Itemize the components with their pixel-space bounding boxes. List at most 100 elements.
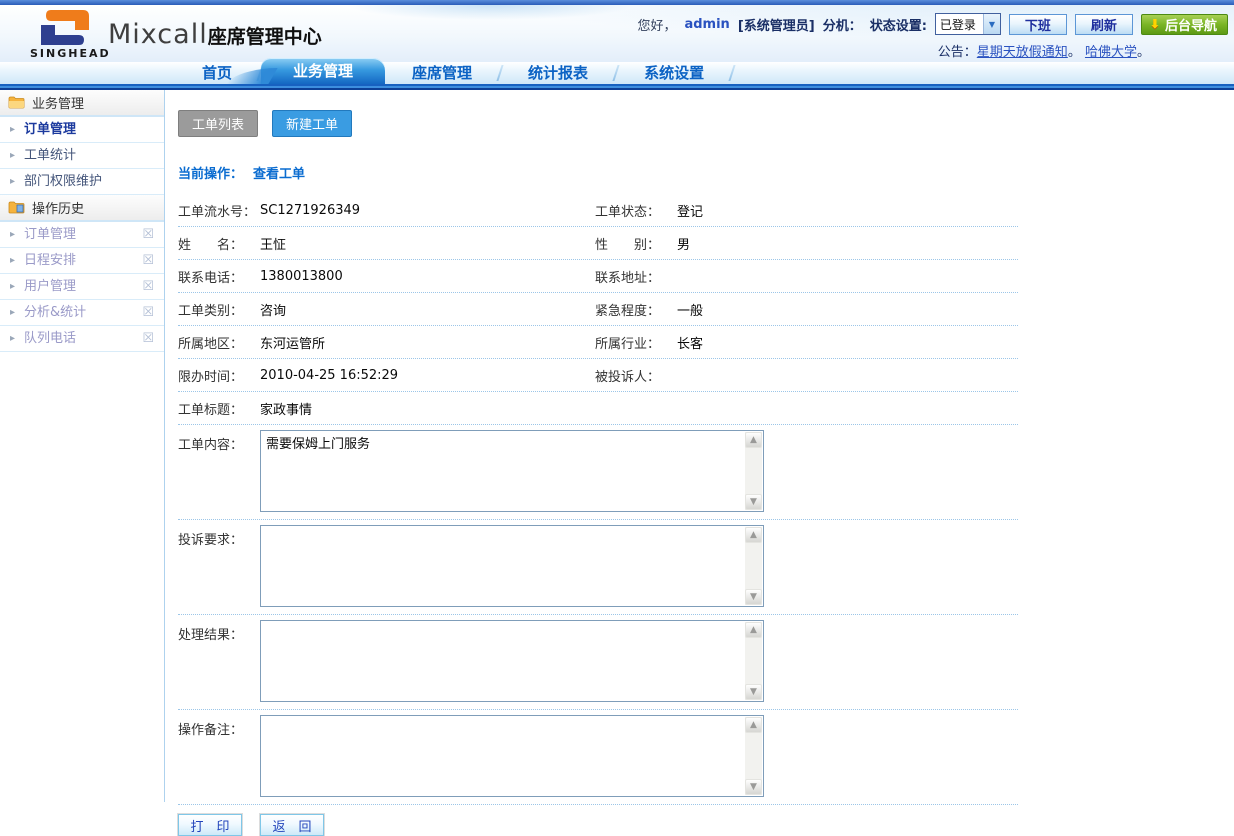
sidebar-section-title: 操作历史 [32,198,84,217]
scroll-up-icon[interactable]: ▲ [745,622,762,638]
ticket-title-value: 家政事情 [260,399,312,418]
form-row: 工单流水号：SC1271926349 工单状态：登记 [178,194,1018,227]
greeting-text: 您好， [637,15,676,34]
field-label: 紧急程度： [595,300,677,319]
bullet-arrow-icon: ▸ [10,222,15,247]
chevron-down-icon[interactable]: ▼ [983,14,1000,34]
bullet-arrow-icon: ▸ [10,117,15,142]
tab-system-settings[interactable]: 系统设置 [617,62,731,84]
form-row: 姓 名：王怔 性 别：男 [178,227,1018,260]
field-label: 联系电话： [178,267,260,286]
bullet-arrow-icon: ▸ [10,169,15,194]
operation-note-textarea[interactable]: ▲ ▼ [260,715,764,797]
form-row: 操作备注： ▲ ▼ [178,710,1018,805]
close-icon[interactable]: ☒ [142,248,154,273]
scrollbar[interactable]: ▲ ▼ [745,622,762,700]
sidebar-item-ticket-statistics[interactable]: ▸ 工单统计 [0,143,164,169]
field-label: 工单内容： [178,434,260,453]
form-row: 处理结果： ▲ ▼ [178,615,1018,710]
tab-business-management[interactable]: 业务管理 [261,58,385,84]
sidebar-item-label: 工单统计 [24,148,76,163]
sidebar-item-label: 分析&统计 [24,305,86,320]
sidebar-history-schedule[interactable]: ▸ 日程安排 ☒ [0,248,164,274]
scrollbar[interactable]: ▲ ▼ [745,527,762,605]
form-row: 工单标题：家政事情 [178,392,1018,425]
back-button[interactable]: 返 回 [260,814,324,836]
ticket-type-value: 咨询 [260,300,286,319]
field-label: 联系地址： [595,267,677,286]
folder-icon [8,96,25,109]
close-icon[interactable]: ☒ [142,222,154,247]
new-ticket-button[interactable]: 新建工单 [272,110,352,137]
scroll-up-icon[interactable]: ▲ [745,717,762,733]
sidebar: 业务管理 ▸ 订单管理 ▸ 工单统计 ▸ 部门权限维护 操作历史 ▸ 订单管理 … [0,90,165,802]
bullet-arrow-icon: ▸ [10,274,15,299]
extension-label: 分机： [823,15,862,34]
sidebar-section-business[interactable]: 业务管理 [0,90,164,117]
form-row: 工单内容： 需要保姆上门服务 ▲ ▼ [178,425,1018,520]
sidebar-history-queue-calls[interactable]: ▸ 队列电话 ☒ [0,326,164,352]
field-label: 性 别： [595,234,677,253]
download-arrow-icon: ⬇ [1150,17,1160,31]
urgency-value: 一般 [677,300,703,319]
handle-result-textarea[interactable]: ▲ ▼ [260,620,764,702]
ticket-serial-value: SC1271926349 [260,203,360,218]
close-icon[interactable]: ☒ [142,326,154,351]
ticket-status-value: 登记 [677,201,703,220]
announcement-link-2[interactable]: 哈佛大学 [1085,45,1137,60]
field-label: 操作备注： [178,719,260,738]
scrollbar[interactable]: ▲ ▼ [745,717,762,795]
ticket-form: 工单流水号：SC1271926349 工单状态：登记 姓 名：王怔 性 别：男 … [178,194,1018,805]
ticket-list-button[interactable]: 工单列表 [178,110,258,137]
off-work-button[interactable]: 下班 [1009,14,1067,35]
sidebar-item-department-permissions[interactable]: ▸ 部门权限维护 [0,169,164,195]
close-icon[interactable]: ☒ [142,300,154,325]
name-value: 王怔 [260,234,286,253]
scroll-down-icon[interactable]: ▼ [745,684,762,700]
sidebar-item-label: 订单管理 [24,227,76,242]
status-label: 状态设置: [870,15,927,34]
backend-nav-label: 后台导航 [1165,15,1217,34]
app-header: SINGHEAD Mixcall座席管理中心 您好， admin [系统管理员]… [0,5,1234,62]
sidebar-history-order-management[interactable]: ▸ 订单管理 ☒ [0,222,164,248]
current-operation: 当前操作：查看工单 [178,163,1234,182]
sidebar-item-order-management[interactable]: ▸ 订单管理 [0,117,164,143]
gender-value: 男 [677,234,690,253]
backend-nav-button[interactable]: ⬇ 后台导航 [1141,14,1228,35]
tab-statistics-report[interactable]: 统计报表 [501,62,615,84]
main-content: 工单列表 新建工单 当前操作：查看工单 工单流水号：SC1271926349 工… [165,90,1234,802]
sidebar-history-analysis-statistics[interactable]: ▸ 分析&统计 ☒ [0,300,164,326]
sidebar-section-title: 业务管理 [32,93,84,112]
scroll-down-icon[interactable]: ▼ [745,779,762,795]
scroll-down-icon[interactable]: ▼ [745,494,762,510]
print-button[interactable]: 打 印 [178,814,242,836]
field-label: 被投诉人： [595,366,677,385]
current-operation-value: 查看工单 [253,167,305,182]
status-select[interactable]: 已登录 ▼ [935,13,1001,35]
bullet-arrow-icon: ▸ [10,143,15,168]
sidebar-item-label: 日程安排 [24,253,76,268]
sidebar-section-history[interactable]: 操作历史 [0,195,164,222]
sidebar-item-label: 用户管理 [24,279,76,294]
announcement-link-1[interactable]: 星期天放假通知 [977,45,1068,60]
close-icon[interactable]: ☒ [142,274,154,299]
ticket-content-textarea[interactable]: 需要保姆上门服务 ▲ ▼ [260,430,764,512]
sidebar-item-label: 订单管理 [24,122,76,137]
logo-text: SINGHEAD [30,47,100,60]
complaint-request-textarea[interactable]: ▲ ▼ [260,525,764,607]
scrollbar[interactable]: ▲ ▼ [745,432,762,510]
sidebar-history-user-management[interactable]: ▸ 用户管理 ☒ [0,274,164,300]
field-label: 工单标题： [178,399,260,418]
form-row: 工单类别：咨询 紧急程度：一般 [178,293,1018,326]
scroll-down-icon[interactable]: ▼ [745,589,762,605]
main-nav: 首页 业务管理 座席管理 统计报表 系统设置 [0,62,1234,84]
refresh-button[interactable]: 刷新 [1075,14,1133,35]
announcement-bar: 公告：星期天放假通知。 哈佛大学。 [637,41,1228,60]
scroll-up-icon[interactable]: ▲ [745,432,762,448]
deadline-value: 2010-04-25 16:52:29 [260,368,398,383]
tab-seat-management[interactable]: 座席管理 [385,62,499,84]
scroll-up-icon[interactable]: ▲ [745,527,762,543]
field-label: 所属行业： [595,333,677,352]
bullet-arrow-icon: ▸ [10,300,15,325]
form-row: 投诉要求： ▲ ▼ [178,520,1018,615]
